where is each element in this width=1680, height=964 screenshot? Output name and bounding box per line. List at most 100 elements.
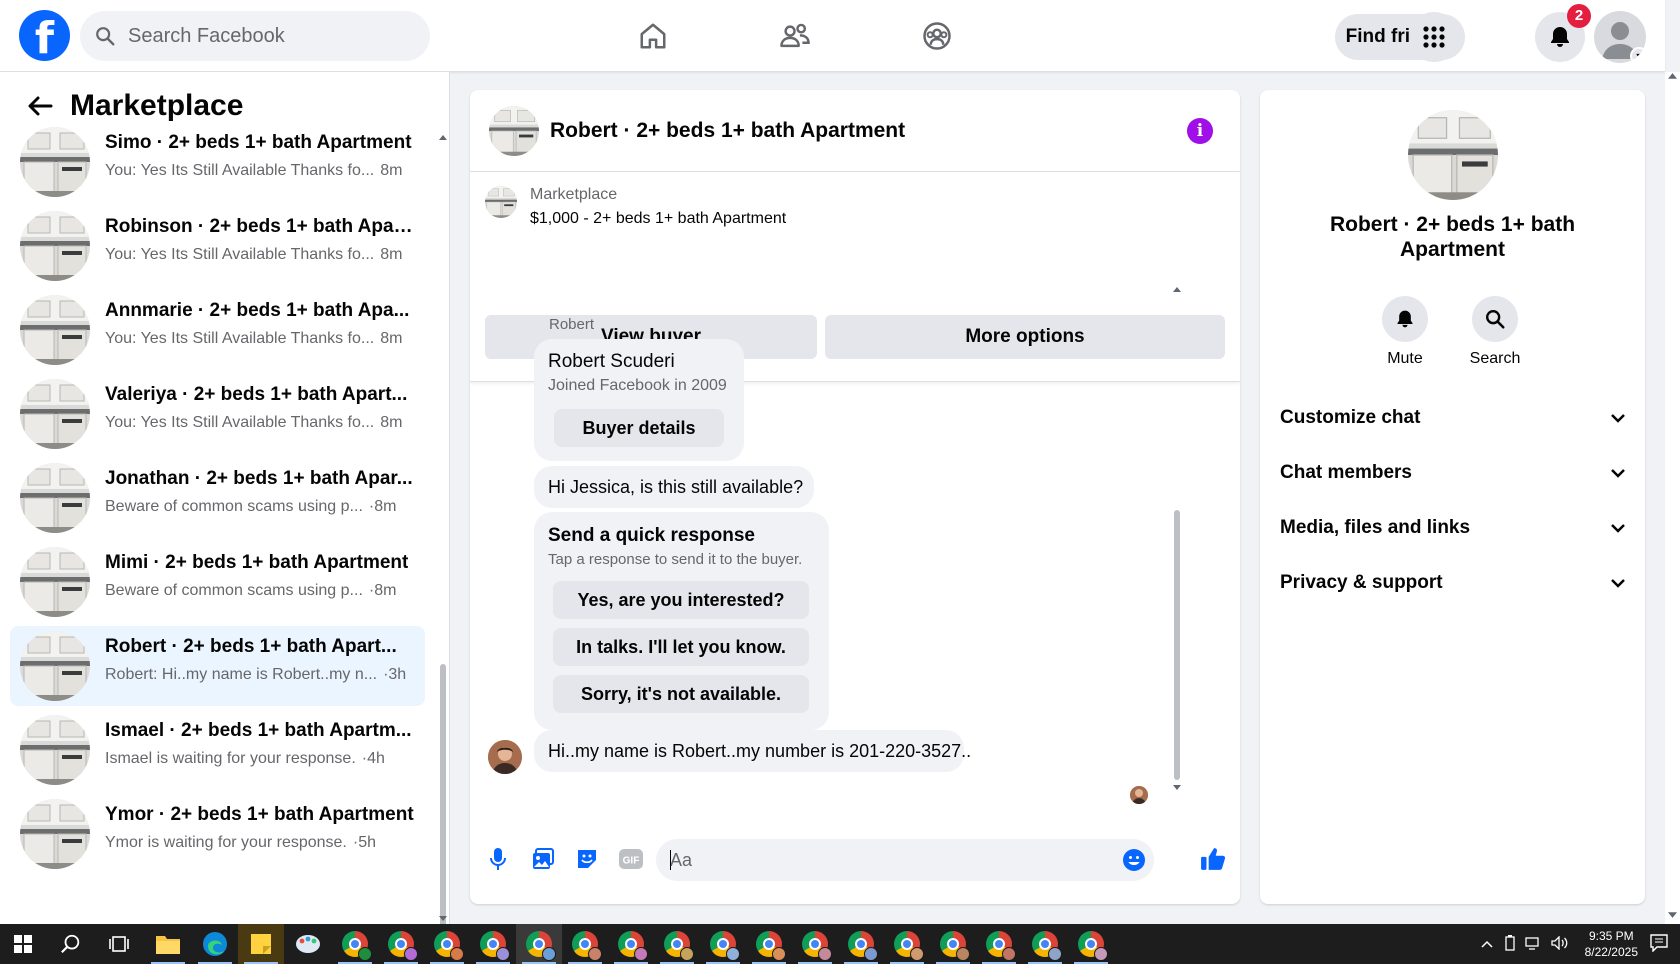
thumbs-up-icon[interactable]	[1198, 844, 1228, 874]
scroll-down-icon[interactable]	[1173, 783, 1181, 791]
task-view-icon[interactable]	[96, 924, 142, 964]
show-hidden-icons-chevron-icon[interactable]	[1481, 937, 1493, 951]
text-caret	[670, 850, 671, 870]
chat-title[interactable]: Robert · 2+ beds 1+ bath Apartment	[550, 119, 905, 143]
chevron-down-icon	[1611, 469, 1625, 478]
menu-grid-icon[interactable]	[1409, 12, 1459, 62]
info-icon[interactable]: i	[1187, 118, 1213, 144]
account-avatar[interactable]: ▼	[1594, 11, 1646, 63]
conversation-preview: Beware of common scams using p... ·8m	[105, 582, 396, 600]
chrome-icon[interactable]	[378, 924, 424, 964]
listing-thumbnail[interactable]	[489, 106, 539, 156]
conversation-item[interactable]: Robinson · 2+ beds 1+ bath Apar... You: Y…	[10, 206, 425, 286]
gif-icon[interactable]: GIF	[616, 844, 646, 874]
conversation-item[interactable]: Annmarie · 2+ beds 1+ bath Apa... You: Ye…	[10, 290, 425, 370]
chrome-icon[interactable]	[792, 924, 838, 964]
facebook-logo[interactable]: f	[19, 10, 70, 61]
scroll-up-icon[interactable]	[439, 134, 447, 142]
chat-members-section[interactable]: Chat members	[1280, 453, 1625, 493]
conversation-item[interactable]: Mimi · 2+ beds 1+ bath Apartment Beware o…	[10, 542, 425, 622]
chrome-icon[interactable]	[562, 924, 608, 964]
groups-icon[interactable]	[917, 16, 957, 56]
windows-start-icon[interactable]	[0, 924, 46, 964]
home-icon[interactable]	[633, 16, 673, 56]
listing-thumbnail	[20, 211, 90, 281]
conversation-item[interactable]: Simo · 2+ beds 1+ bath Apartment You: Yes…	[10, 122, 425, 202]
scroll-up-icon[interactable]	[1668, 72, 1677, 81]
notification-count-badge: 2	[1567, 4, 1591, 28]
emoji-icon[interactable]	[1122, 848, 1146, 877]
listing-thumbnail	[20, 379, 90, 449]
chrome-icon[interactable]	[976, 924, 1022, 964]
volume-icon[interactable]	[1550, 934, 1569, 953]
search-conversation-button[interactable]: Search	[1455, 296, 1535, 368]
action-center-icon[interactable]	[1650, 933, 1668, 955]
listing-thumbnail-small[interactable]	[485, 186, 517, 218]
chrome-icon[interactable]	[930, 924, 976, 964]
message-input[interactable]	[670, 849, 1090, 871]
scroll-down-icon[interactable]	[439, 914, 447, 922]
chrome-icon[interactable]	[654, 924, 700, 964]
chrome-icon[interactable]	[424, 924, 470, 964]
windows-taskbar: 9:35 PM 8/22/2025	[0, 924, 1680, 964]
conversation-title: Robinson · 2+ beds 1+ bath Apar...	[105, 216, 415, 237]
search-icon[interactable]	[1472, 296, 1518, 342]
battery-icon[interactable]	[1503, 934, 1517, 954]
bell-icon[interactable]	[1382, 296, 1428, 342]
conversation-title: Jonathan · 2+ beds 1+ bath Apar...	[105, 468, 413, 489]
mute-button[interactable]: Mute	[1365, 296, 1445, 368]
page-scrollbar[interactable]	[1665, 72, 1680, 924]
microphone-icon[interactable]	[483, 844, 513, 874]
search-bar[interactable]	[80, 11, 430, 61]
conversation-item[interactable]: Ymor · 2+ beds 1+ bath Apartment Ymor is …	[10, 794, 425, 874]
back-arrow-icon[interactable]	[22, 88, 58, 124]
conversation-title: Ismael · 2+ beds 1+ bath Apartm...	[105, 720, 412, 741]
quick-response-option[interactable]: Yes, are you interested?	[553, 581, 809, 619]
conversation-item[interactable]: Robert · 2+ beds 1+ bath Apart... Robert:…	[10, 626, 425, 706]
scrollbar-thumb[interactable]	[1174, 510, 1180, 780]
chrome-icon[interactable]	[838, 924, 884, 964]
quick-response-subtitle: Tap a response to send it to the buyer.	[548, 551, 803, 568]
chrome-icon[interactable]	[470, 924, 516, 964]
file-explorer-icon[interactable]	[145, 924, 191, 964]
listing-thumbnail	[20, 715, 90, 785]
scrollbar[interactable]	[438, 134, 448, 964]
search-input[interactable]	[128, 24, 408, 48]
quick-response-option[interactable]: Sorry, it's not available.	[553, 675, 809, 713]
chrome-icon[interactable]	[608, 924, 654, 964]
media-files-links-section[interactable]: Media, files and links	[1280, 508, 1625, 548]
conversation-item[interactable]: Valeriya · 2+ beds 1+ bath Apart... You: …	[10, 374, 425, 454]
message-bubble: Hi..my name is Robert..my number is 201-…	[534, 730, 971, 772]
chrome-icon[interactable]	[1068, 924, 1114, 964]
sticky-notes-icon[interactable]	[238, 924, 284, 964]
listing-source-label: Marketplace	[530, 186, 618, 203]
edge-browser-icon[interactable]	[192, 924, 238, 964]
listing-price[interactable]: $1,000 - 2+ beds 1+ bath Apartment	[530, 210, 786, 228]
conversation-item[interactable]: Jonathan · 2+ beds 1+ bath Apar... Beware…	[10, 458, 425, 538]
chrome-icon[interactable]	[332, 924, 378, 964]
conversation-item[interactable]: Ismael · 2+ beds 1+ bath Apartm... Ismael…	[10, 710, 425, 790]
chrome-icon[interactable]	[746, 924, 792, 964]
privacy-support-section[interactable]: Privacy & support	[1280, 563, 1625, 603]
scroll-up-icon[interactable]	[1173, 286, 1181, 294]
message-input-box[interactable]	[656, 839, 1154, 881]
quick-response-option[interactable]: In talks. I'll let you know.	[553, 628, 809, 666]
sticker-icon[interactable]	[572, 844, 602, 874]
system-clock[interactable]: 9:35 PM 8/22/2025	[1585, 928, 1638, 960]
listing-photo[interactable]	[1408, 110, 1498, 200]
chat-scrollbar[interactable]	[1172, 287, 1182, 791]
scroll-down-icon[interactable]	[1668, 910, 1677, 919]
friends-icon[interactable]	[775, 16, 815, 56]
taskbar-search-icon[interactable]	[48, 924, 94, 964]
chrome-icon[interactable]	[1022, 924, 1068, 964]
chrome-icon[interactable]	[884, 924, 930, 964]
conversation-info-pane: Robert · 2+ beds 1+ bath Apartment Mute …	[1260, 90, 1645, 904]
buyer-details-button[interactable]: Buyer details	[554, 409, 724, 447]
chrome-icon[interactable]	[700, 924, 746, 964]
sender-avatar[interactable]	[488, 740, 522, 774]
customize-chat-section[interactable]: Customize chat	[1280, 398, 1625, 438]
photo-icon[interactable]	[528, 844, 558, 874]
network-icon[interactable]	[1524, 936, 1543, 953]
paint-app-icon[interactable]	[285, 924, 331, 964]
chrome-icon[interactable]	[516, 924, 562, 964]
